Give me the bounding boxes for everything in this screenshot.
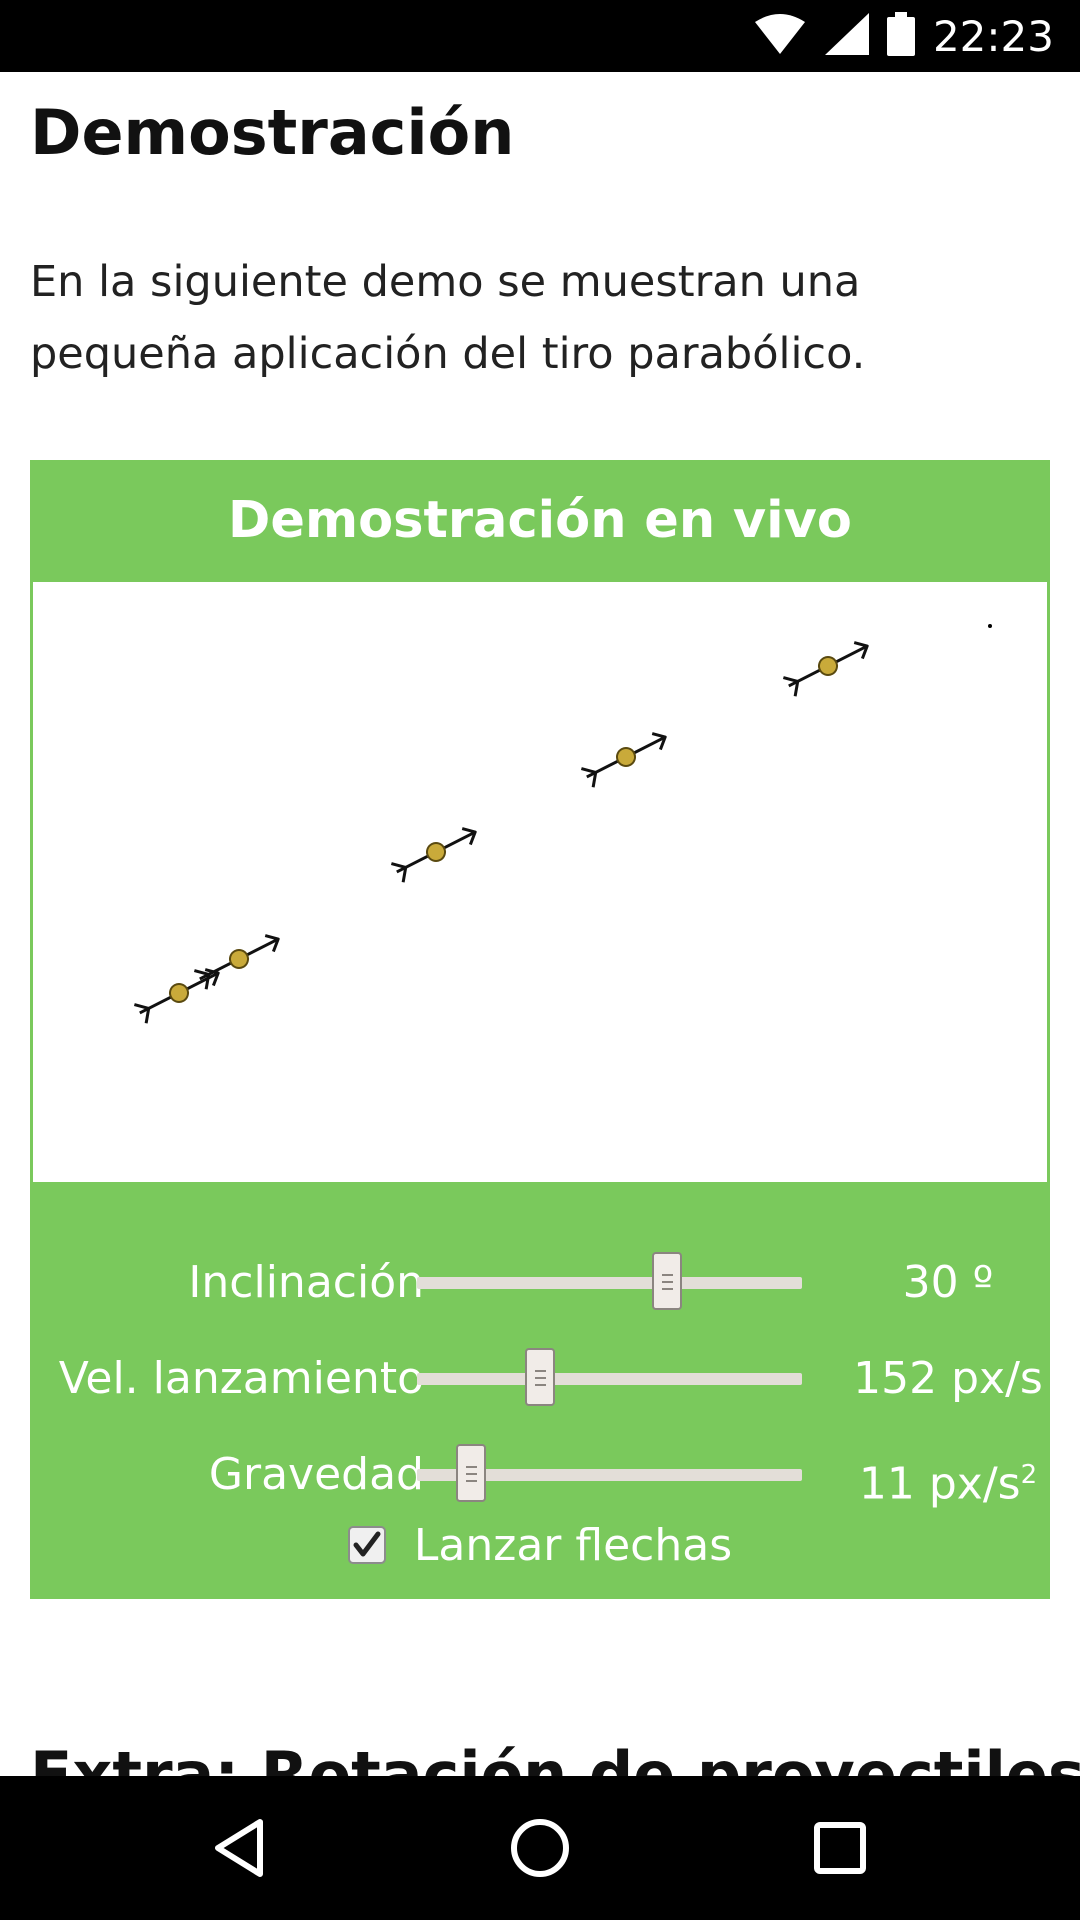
- recents-icon[interactable]: [808, 1816, 872, 1880]
- launch-arrows-checkbox[interactable]: [347, 1526, 386, 1564]
- page-title: Demostración: [30, 96, 515, 169]
- live-demo-panel: Demostración en vivo Inclinación 30 º Ve…: [30, 460, 1050, 1599]
- control-row-inclination: Inclinación 30 º: [30, 1243, 1050, 1323]
- wifi-icon: [753, 13, 807, 59]
- slider-thumb[interactable]: [455, 1444, 486, 1502]
- launch-arrows-label: Lanzar flechas: [413, 1519, 733, 1571]
- projectile-layer: [133, 624, 992, 1024]
- arrows-option: Lanzar flechas: [30, 1510, 1050, 1580]
- control-row-velocity: Vel. lanzamiento 152 px/s: [30, 1339, 1050, 1419]
- velocity-label: Vel. lanzamiento: [58, 1353, 424, 1404]
- navigation-bar: [0, 1776, 1080, 1920]
- trajectory-dot: [988, 624, 992, 628]
- arrow-projectile: [782, 641, 869, 697]
- arrow-projectile: [580, 732, 667, 788]
- inclination-slider[interactable]: [417, 1243, 802, 1323]
- gravity-exponent: 2: [1020, 1460, 1038, 1490]
- slider-track: [417, 1373, 802, 1385]
- simulation-canvas[interactable]: [33, 582, 1047, 1182]
- control-row-gravity: Gravedad 11 px/s2: [30, 1435, 1050, 1515]
- arrow-projectile: [390, 827, 477, 883]
- cell-signal-icon: [824, 12, 869, 60]
- slider-thumb[interactable]: [525, 1348, 556, 1406]
- inclination-value: 30 º: [902, 1257, 994, 1308]
- gravity-slider[interactable]: [417, 1435, 802, 1515]
- battery-icon: [886, 11, 915, 61]
- home-icon[interactable]: [508, 1816, 572, 1880]
- checkmark-icon: [353, 1531, 381, 1557]
- status-bar: 22:23: [0, 0, 1080, 72]
- slider-thumb[interactable]: [652, 1252, 683, 1310]
- slider-track: [417, 1277, 802, 1289]
- clock: 22:23: [932, 11, 1054, 61]
- velocity-value: 152 px/s: [853, 1353, 1043, 1404]
- gravity-label: Gravedad: [208, 1449, 424, 1500]
- back-icon[interactable]: [208, 1816, 272, 1880]
- gravity-value-text: 11 px/s: [858, 1458, 1021, 1510]
- intro-paragraph: En la siguiente demo se muestran una peq…: [30, 257, 866, 379]
- velocity-slider[interactable]: [417, 1339, 802, 1419]
- arrow-projectile: [193, 934, 280, 990]
- demo-title: Demostración en vivo: [228, 491, 852, 550]
- inclination-label: Inclinación: [188, 1257, 424, 1308]
